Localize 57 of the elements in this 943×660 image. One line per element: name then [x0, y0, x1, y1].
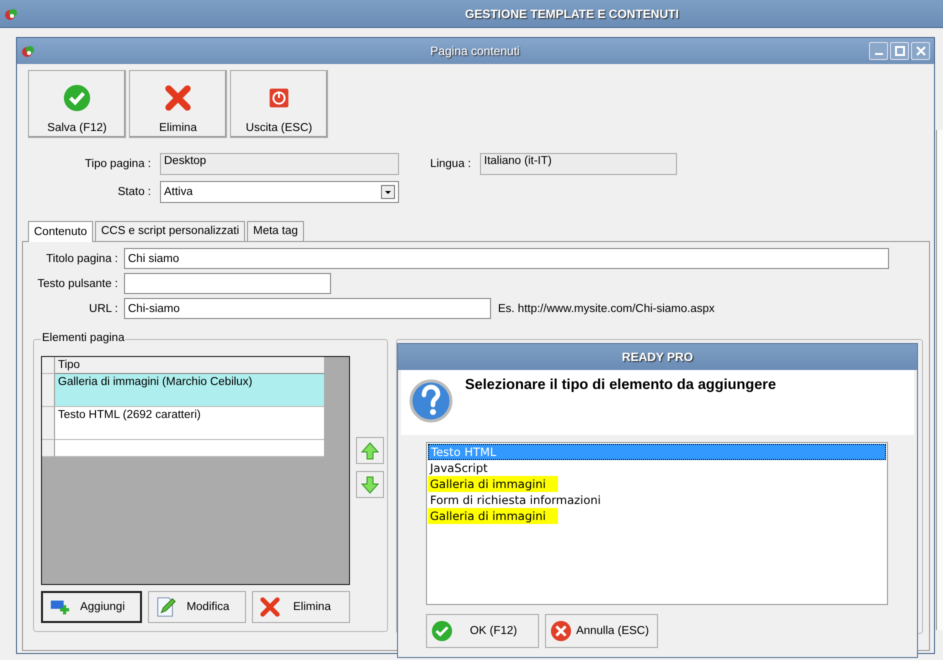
cross-icon: [259, 596, 281, 618]
question-icon: [409, 379, 453, 423]
move-down-button[interactable]: [356, 471, 384, 498]
table-cell[interactable]: Galleria di immagini (Marchio Cebilux): [55, 374, 324, 407]
field-label: Tipo pagina :: [84, 158, 151, 170]
save-button[interactable]: Salva (F12): [28, 70, 126, 138]
new-row-cell[interactable]: [55, 440, 324, 457]
field-label: Lingua :: [429, 158, 471, 170]
tab[interactable]: Contenuto: [28, 221, 94, 242]
checkmark-icon: [431, 620, 453, 642]
checkmark-icon: [62, 83, 92, 113]
url-example-text: Es. http://www.mysite.com/Chi-siamo.aspx: [498, 302, 715, 314]
minimize-button[interactable]: [869, 42, 888, 60]
input-field[interactable]: Chi siamo: [124, 248, 889, 269]
dialog-message: Selezionare il tipo di elemento da aggiungere: [465, 377, 776, 393]
group-title: Elementi pagina: [41, 332, 126, 344]
maximize-button[interactable]: [890, 42, 909, 60]
app-title: GESTIONE TEMPLATE E CONTENUTI: [465, 6, 679, 20]
field-label: URL :: [88, 302, 118, 314]
row-header[interactable]: [42, 440, 55, 457]
maximize-icon: [894, 46, 904, 56]
field-label: Testo pulsante :: [36, 278, 118, 290]
readonly-field[interactable]: Desktop: [160, 153, 399, 175]
window-logo-icon: [21, 43, 37, 59]
list-item[interactable]: Galleria di immagini: [428, 476, 558, 492]
input-field[interactable]: [124, 273, 331, 294]
delete-button[interactable]: Elimina: [252, 591, 350, 623]
move-up-button[interactable]: [356, 437, 384, 464]
cross-icon: [163, 83, 193, 113]
exit-button[interactable]: Uscita (ESC): [230, 70, 328, 138]
column-header: Tipo: [55, 357, 324, 374]
edit-button[interactable]: Modifica: [148, 591, 246, 623]
edit-document-icon: [155, 596, 177, 618]
cancel-icon: [550, 620, 572, 642]
close-icon: [916, 46, 926, 56]
dialog-title: READY PRO: [622, 350, 694, 364]
input-field[interactable]: Chi-siamo: [124, 298, 491, 319]
readonly-field[interactable]: Italiano (it-IT): [480, 153, 677, 175]
ok-button[interactable]: OK (F12): [426, 614, 539, 648]
row-header[interactable]: [42, 407, 55, 440]
list-item[interactable]: Galleria di immagini: [428, 508, 558, 524]
minimize-icon: [874, 53, 882, 55]
cancel-button[interactable]: Annulla (ESC): [545, 614, 658, 648]
list-item[interactable]: JavaScript: [428, 460, 490, 476]
tab[interactable]: Meta tag: [247, 221, 304, 241]
table-cell[interactable]: Testo HTML (2692 caratteri): [55, 407, 324, 440]
field-label: Stato :: [116, 186, 151, 198]
add-button[interactable]: Aggiungi: [41, 591, 142, 623]
close-button[interactable]: [911, 42, 930, 60]
field-label: Titolo pagina :: [45, 252, 118, 264]
state-dropdown[interactable]: Attiva: [160, 181, 399, 203]
window-title: Pagina contenuti: [429, 44, 521, 58]
delete-button[interactable]: Elimina: [129, 70, 227, 138]
list-item[interactable]: Form di richiesta informazioni: [428, 492, 603, 508]
row-header[interactable]: [42, 374, 55, 407]
tab[interactable]: CCS e script personalizzati: [95, 221, 246, 241]
element-type-list[interactable]: Testo HTML JavaScript Galleria di immagini Form di richiesta informazioni Galleria di immagini: [426, 442, 888, 605]
